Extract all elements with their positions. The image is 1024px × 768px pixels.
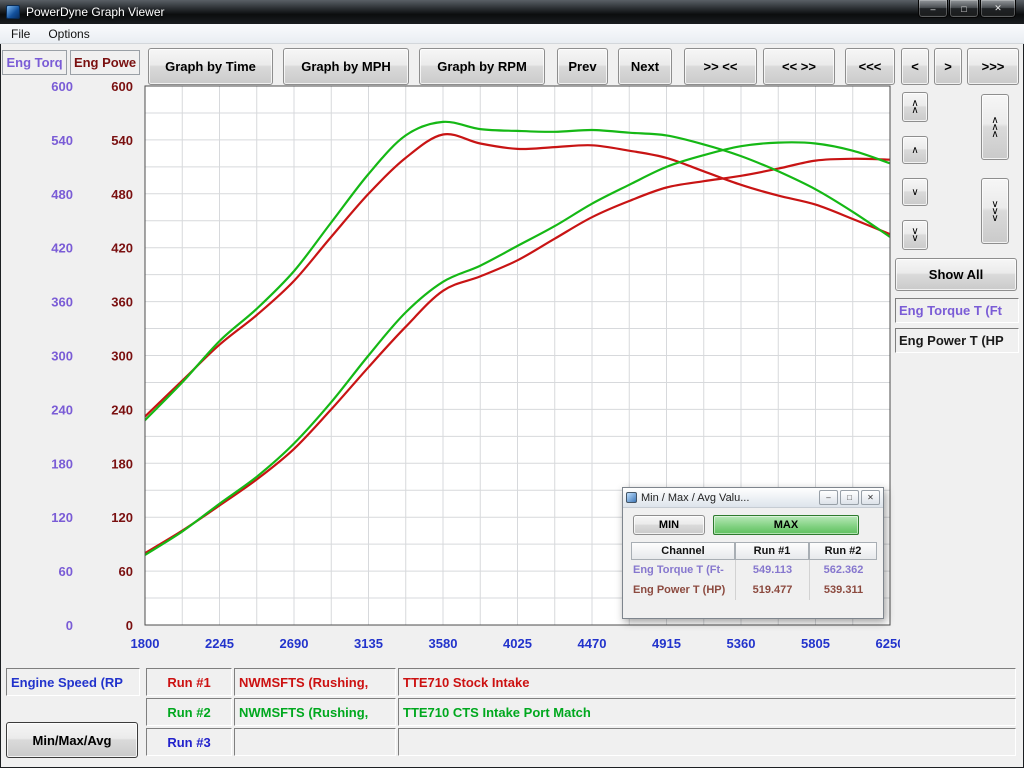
window-controls: – □ ✕ (917, 0, 1016, 18)
scroll-left-button[interactable]: < (901, 48, 929, 85)
svg-text:420: 420 (51, 241, 73, 256)
powerdyne-window: PowerDyne Graph Viewer – □ ✕ File Option… (0, 0, 1024, 768)
table-row-torque-channel: Eng Torque T (Ft- (631, 560, 735, 580)
svg-text:120: 120 (111, 510, 133, 525)
run1-label[interactable]: Run #1 (146, 668, 232, 696)
svg-text:480: 480 (111, 187, 133, 202)
show-all-button[interactable]: Show All (895, 258, 1017, 291)
svg-text:180: 180 (51, 456, 73, 471)
svg-text:6250: 6250 (876, 636, 900, 651)
svg-text:120: 120 (51, 510, 73, 525)
svg-text:360: 360 (51, 295, 73, 310)
svg-text:180: 180 (111, 456, 133, 471)
tab-eng-torque[interactable]: Eng Torq (2, 50, 67, 75)
run2-owner-field[interactable]: NWMSFTS (Rushing, (234, 698, 396, 726)
column-header-run1[interactable]: Run #1 (735, 542, 809, 560)
range-up-icon[interactable]: ∧ ∧ ∧ (981, 94, 1009, 160)
svg-text:2690: 2690 (280, 636, 309, 651)
minmax-title-bar[interactable]: Min / Max / Avg Valu... – □ ✕ (623, 488, 883, 508)
svg-text:600: 600 (51, 80, 73, 94)
svg-text:4915: 4915 (652, 636, 681, 651)
close-button[interactable]: ✕ (980, 0, 1016, 18)
minmax-window-icon (626, 492, 637, 503)
table-row-torque-run1: 549.113 (735, 560, 809, 580)
x-channel-selector[interactable]: Engine Speed (RP (6, 668, 140, 696)
svg-text:3135: 3135 (354, 636, 383, 651)
scroll-fast-right-button[interactable]: >>> (967, 48, 1019, 85)
run1-owner-field[interactable]: NWMSFTS (Rushing, (234, 668, 396, 696)
run1-description-field[interactable]: TTE710 Stock Intake (398, 668, 1016, 696)
svg-text:4470: 4470 (578, 636, 607, 651)
svg-text:300: 300 (51, 349, 73, 364)
run2-label[interactable]: Run #2 (146, 698, 232, 726)
svg-text:5805: 5805 (801, 636, 830, 651)
svg-text:60: 60 (119, 564, 133, 579)
tab-eng-power[interactable]: Eng Powe (70, 50, 140, 75)
table-row-power-run2: 539.311 (809, 580, 877, 600)
minmaxavg-button[interactable]: Min/Max/Avg (6, 722, 138, 758)
menu-file[interactable]: File (2, 24, 39, 43)
minmax-restore-button[interactable]: □ (840, 490, 859, 505)
svg-text:300: 300 (111, 349, 133, 364)
run3-owner-field[interactable] (234, 728, 396, 756)
maximize-button[interactable]: □ (949, 0, 979, 18)
svg-text:240: 240 (111, 402, 133, 417)
svg-text:480: 480 (51, 187, 73, 202)
svg-text:5360: 5360 (727, 636, 756, 651)
table-row-torque-run2: 562.362 (809, 560, 877, 580)
svg-text:360: 360 (111, 295, 133, 310)
minmax-window-title: Min / Max / Avg Valu... (641, 492, 817, 504)
title-bar[interactable]: PowerDyne Graph Viewer (0, 0, 1024, 24)
minmax-minimize-button[interactable]: – (819, 490, 838, 505)
svg-text:0: 0 (126, 618, 133, 633)
minmax-close-button[interactable]: ✕ (861, 490, 880, 505)
window-title: PowerDyne Graph Viewer (26, 5, 165, 19)
svg-text:540: 540 (111, 133, 133, 148)
table-row-power-run1: 519.477 (735, 580, 809, 600)
column-header-run2[interactable]: Run #2 (809, 542, 877, 560)
minmax-table: Channel Run #1 Run #2 Eng Torque T (Ft- … (631, 542, 877, 600)
run2-description-field[interactable]: TTE710 CTS Intake Port Match (398, 698, 1016, 726)
svg-text:3580: 3580 (429, 636, 458, 651)
svg-text:0: 0 (66, 618, 73, 633)
menu-options[interactable]: Options (39, 24, 98, 43)
scale-down-icon[interactable]: ∨ (902, 178, 928, 206)
svg-text:420: 420 (111, 241, 133, 256)
min-toggle-button[interactable]: MIN (633, 515, 705, 535)
minmax-window: Min / Max / Avg Valu... – □ ✕ MIN MAX Ch… (622, 487, 884, 619)
svg-text:2245: 2245 (205, 636, 234, 651)
svg-text:240: 240 (51, 402, 73, 417)
svg-text:1800: 1800 (131, 636, 160, 651)
run3-description-field[interactable] (398, 728, 1016, 756)
legend-eng-torque[interactable]: Eng Torque T (Ft (895, 298, 1019, 323)
max-toggle-button[interactable]: MAX (713, 515, 859, 535)
svg-text:60: 60 (59, 564, 73, 579)
svg-text:4025: 4025 (503, 636, 532, 651)
scroll-right-button[interactable]: > (934, 48, 962, 85)
table-row-power-channel: Eng Power T (HP) (631, 580, 735, 600)
svg-text:600: 600 (111, 80, 133, 94)
svg-text:540: 540 (51, 133, 73, 148)
menu-bar: File Options (0, 24, 1024, 44)
scale-up-fast-icon[interactable]: ∧ ∧ (902, 92, 928, 122)
scale-up-icon[interactable]: ∧ (902, 136, 928, 164)
run3-label[interactable]: Run #3 (146, 728, 232, 756)
column-header-channel[interactable]: Channel (631, 542, 735, 560)
range-down-icon[interactable]: ∨ ∨ ∨ (981, 178, 1009, 244)
scale-down-fast-icon[interactable]: ∨ ∨ (902, 220, 928, 250)
legend-eng-power[interactable]: Eng Power T (HP (895, 328, 1019, 353)
minimize-button[interactable]: – (918, 0, 948, 18)
app-icon (6, 5, 20, 19)
